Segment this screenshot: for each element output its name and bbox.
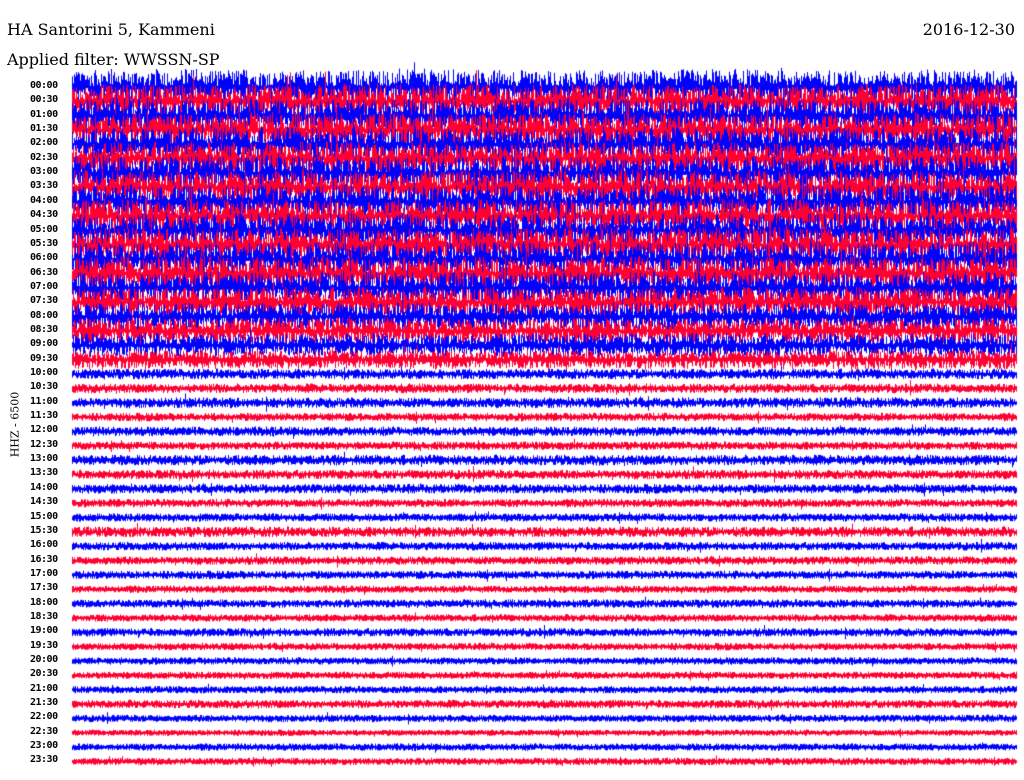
row-label: 08:00 (30, 309, 58, 321)
row-label: 20:00 (30, 654, 58, 665)
row-label: 11:30 (30, 410, 58, 422)
row-label: 14:30 (30, 496, 58, 508)
row-label: 16:30 (30, 553, 58, 565)
row-label: 02:30 (30, 151, 58, 163)
row-label: 06:00 (30, 252, 58, 264)
row-label: 20:30 (30, 668, 58, 680)
row-label: 16:00 (30, 539, 58, 551)
row-label: 19:00 (30, 625, 58, 637)
row-label: 01:00 (30, 108, 58, 120)
row-label: 12:00 (30, 424, 58, 436)
row-label: 11:00 (30, 395, 58, 407)
row-label: 00:00 (30, 80, 58, 91)
row-label: 17:00 (30, 567, 58, 579)
row-label: 07:00 (30, 280, 58, 292)
row-label: 07:30 (30, 295, 58, 307)
row-label: 22:00 (30, 711, 58, 723)
row-label: 04:30 (30, 209, 58, 221)
row-label: 19:30 (30, 639, 58, 651)
row-label: 15:30 (30, 524, 58, 536)
row-label: 12:30 (30, 438, 58, 450)
row-label: 17:30 (30, 582, 58, 594)
row-label: 03:30 (30, 180, 58, 192)
row-label: 08:30 (30, 323, 58, 335)
row-label: 21:30 (30, 697, 58, 709)
row-label: 05:00 (30, 223, 58, 235)
row-label: 18:30 (30, 610, 58, 622)
row-label: 18:00 (30, 596, 58, 608)
row-label: 23:30 (30, 754, 58, 766)
row-label: 06:30 (30, 266, 58, 278)
row-label: 09:00 (30, 338, 58, 350)
filter-label: Applied filter: WWSSN-SP (7, 50, 222, 69)
row-label: 13:30 (30, 467, 58, 479)
row-label: 22:30 (30, 725, 58, 737)
seismogram-traces (0, 0, 1024, 780)
row-label: 10:30 (30, 381, 58, 393)
row-label: 14:00 (30, 481, 58, 493)
row-label: 21:00 (30, 682, 58, 694)
row-label: 13:00 (30, 453, 58, 465)
row-label: 03:00 (30, 166, 58, 178)
row-label: 09:30 (30, 352, 58, 364)
row-label: 23:00 (30, 740, 58, 752)
row-label: 05:30 (30, 237, 58, 249)
row-label: 15:00 (30, 510, 58, 522)
row-label: 04:00 (30, 194, 58, 206)
date-label: 2016-12-30 (922, 20, 1015, 39)
channel-label: HHZ - 6500 (8, 391, 22, 458)
row-label: 01:30 (30, 123, 58, 135)
row-label: 00:30 (30, 94, 58, 106)
row-label: 02:00 (30, 137, 58, 149)
row-label: 10:00 (30, 367, 58, 378)
station-title: HA Santorini 5, Kammeni (7, 20, 217, 39)
